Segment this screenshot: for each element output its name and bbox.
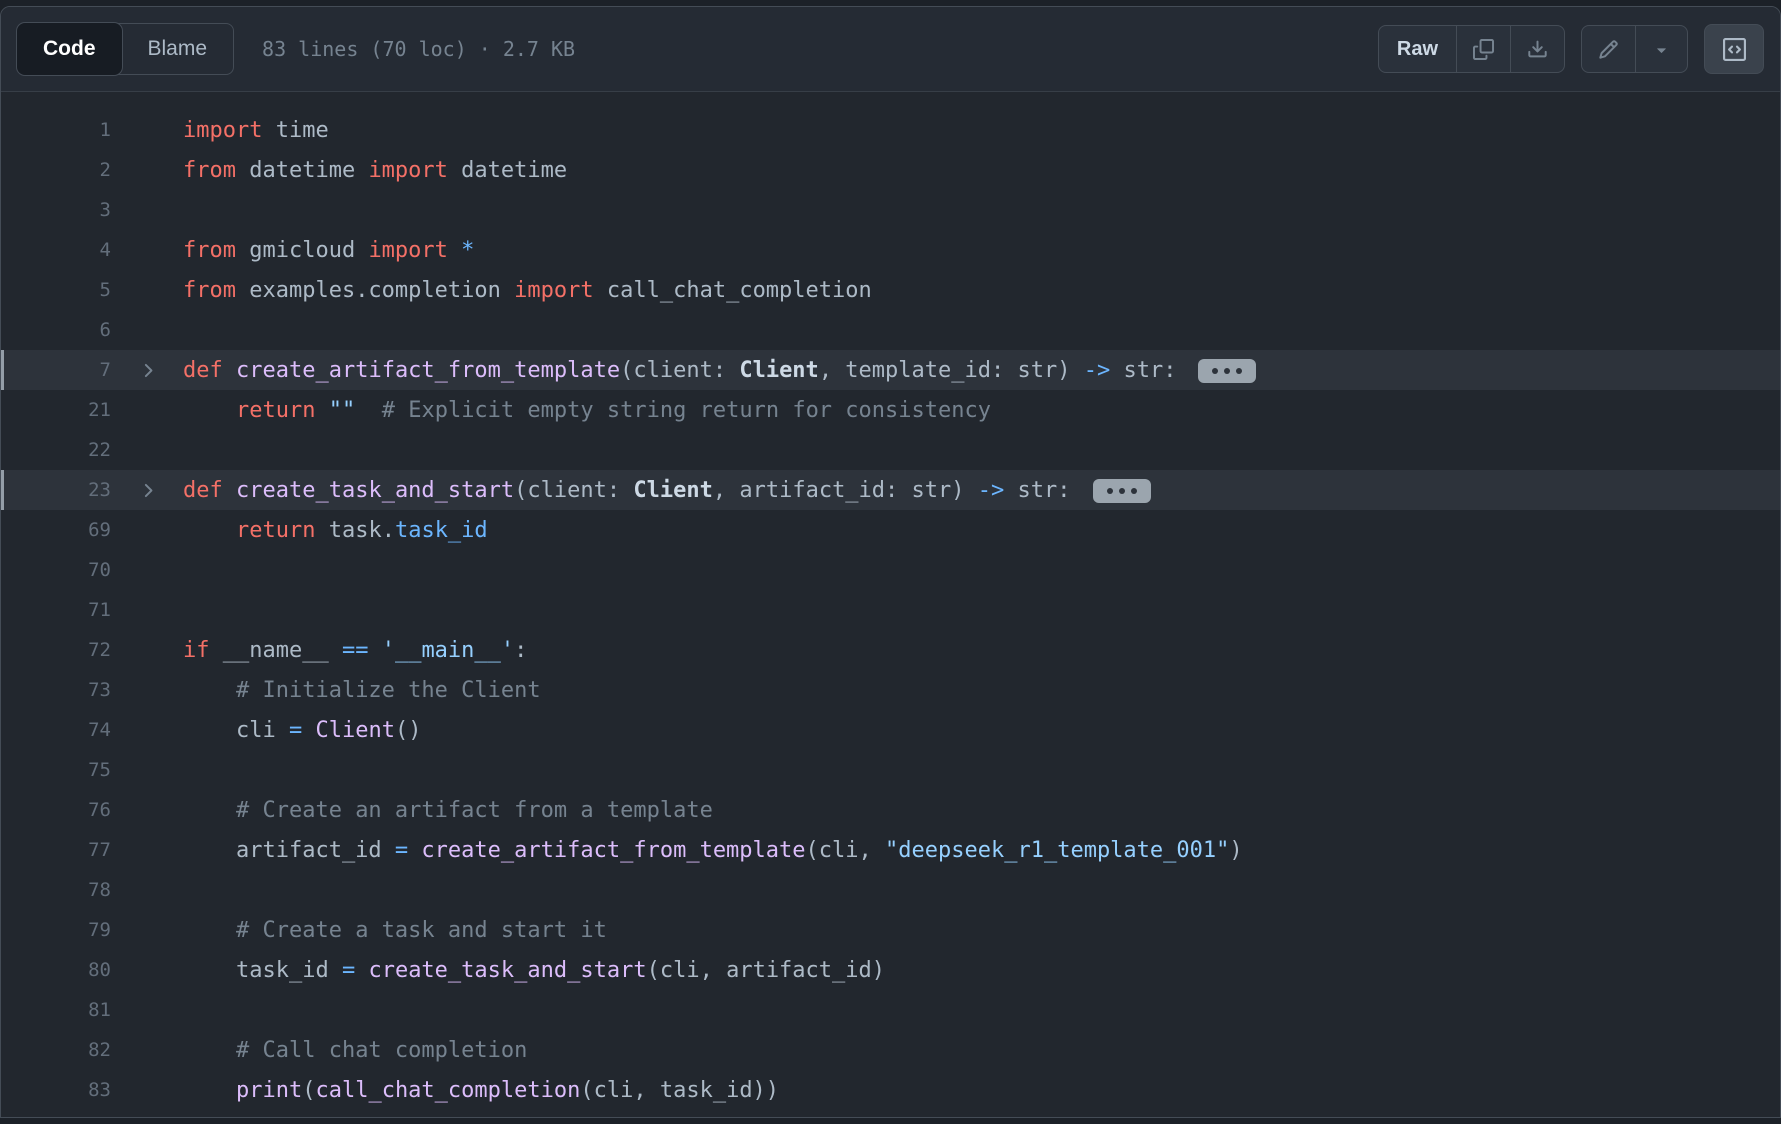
- symbols-panel-button[interactable]: [1704, 24, 1764, 74]
- file-header: Code Blame 83 lines (70 loc) · 2.7 KB Ra…: [1, 7, 1780, 92]
- code-line: 78: [1, 870, 1780, 910]
- code-line: 2 from datetime import datetime: [1, 150, 1780, 190]
- edit-dropdown-button[interactable]: [1635, 26, 1687, 72]
- download-icon: [1527, 39, 1548, 60]
- raw-button[interactable]: Raw: [1379, 26, 1456, 72]
- line-number[interactable]: 71: [1, 599, 111, 621]
- code-text: if __name__ == '__main__':: [183, 638, 527, 663]
- tab-code[interactable]: Code: [17, 23, 122, 75]
- line-number[interactable]: 3: [1, 199, 111, 221]
- code-text: # Initialize the Client: [183, 678, 541, 703]
- code-line: 83 print(call_chat_completion(cli, task_…: [1, 1070, 1780, 1110]
- line-number[interactable]: 73: [1, 679, 111, 701]
- line-number[interactable]: 1: [1, 119, 111, 141]
- file-meta-info: 83 lines (70 loc) · 2.7 KB: [262, 37, 575, 61]
- code-line: 81: [1, 990, 1780, 1030]
- code-symbols-icon: [1723, 38, 1746, 61]
- header-actions: Raw: [1378, 24, 1764, 74]
- code-line: 7 def create_artifact_from_template(clien…: [1, 350, 1780, 390]
- line-number[interactable]: 22: [1, 439, 111, 461]
- code-text: # Create an artifact from a template: [183, 798, 713, 823]
- line-number[interactable]: 4: [1, 239, 111, 261]
- line-number[interactable]: 78: [1, 879, 111, 901]
- expand-collapsed-code-button[interactable]: [1093, 479, 1151, 503]
- code-text: from gmicloud import *: [183, 238, 474, 263]
- code-line: 22: [1, 430, 1780, 470]
- line-number[interactable]: 80: [1, 959, 111, 981]
- code-text: artifact_id = create_artifact_from_templ…: [183, 838, 1243, 863]
- code-text: # Create a task and start it: [183, 918, 607, 943]
- pencil-icon: [1598, 39, 1619, 60]
- code-line: 82 # Call chat completion: [1, 1030, 1780, 1070]
- line-number[interactable]: 70: [1, 559, 111, 581]
- edit-button[interactable]: [1582, 26, 1635, 72]
- code-line: 70: [1, 550, 1780, 590]
- code-line: 4 from gmicloud import *: [1, 230, 1780, 270]
- code-line: 80 task_id = create_task_and_start(cli, …: [1, 950, 1780, 990]
- code-line: 21 return "" # Explicit empty string ret…: [1, 390, 1780, 430]
- code-text: def create_artifact_from_template(client…: [183, 358, 1256, 383]
- code-line: 76 # Create an artifact from a template: [1, 790, 1780, 830]
- edit-group: [1581, 25, 1688, 73]
- line-number[interactable]: 69: [1, 519, 111, 541]
- line-number[interactable]: 5: [1, 279, 111, 301]
- code-line: 79 # Create a task and start it: [1, 910, 1780, 950]
- file-view-container: Code Blame 83 lines (70 loc) · 2.7 KB Ra…: [0, 6, 1781, 1118]
- tab-blame[interactable]: Blame: [122, 24, 234, 74]
- code-line: 77 artifact_id = create_artifact_from_te…: [1, 830, 1780, 870]
- raw-copy-download-group: Raw: [1378, 25, 1565, 73]
- line-number[interactable]: 6: [1, 319, 111, 341]
- code-lines: 1 import time 2 from datetime import dateti…: [1, 110, 1780, 1110]
- code-text: import time: [183, 118, 329, 143]
- code-text: from datetime import datetime: [183, 158, 567, 183]
- line-number[interactable]: 21: [1, 399, 111, 421]
- code-text: return "" # Explicit empty string return…: [183, 398, 991, 423]
- line-number[interactable]: 72: [1, 639, 111, 661]
- line-number[interactable]: 82: [1, 1039, 111, 1061]
- code-line: 69 return task.task_id: [1, 510, 1780, 550]
- code-text: from examples.completion import call_cha…: [183, 278, 872, 303]
- line-number[interactable]: 77: [1, 839, 111, 861]
- code-text: print(call_chat_completion(cli, task_id)…: [183, 1078, 779, 1103]
- line-number[interactable]: 2: [1, 159, 111, 181]
- code-line: 72 if __name__ == '__main__':: [1, 630, 1780, 670]
- copy-icon: [1473, 39, 1494, 60]
- line-number[interactable]: 7: [1, 359, 111, 381]
- line-number[interactable]: 83: [1, 1079, 111, 1101]
- copy-button[interactable]: [1456, 26, 1510, 72]
- line-number[interactable]: 81: [1, 999, 111, 1021]
- triangle-down-icon: [1652, 40, 1671, 59]
- code-area: 1 import time 2 from datetime import dateti…: [1, 92, 1780, 1110]
- code-line: 5 from examples.completion import call_ch…: [1, 270, 1780, 310]
- fold-chevron-icon[interactable]: [111, 480, 183, 501]
- line-number[interactable]: 23: [1, 479, 111, 501]
- download-button[interactable]: [1510, 26, 1564, 72]
- code-blame-switcher: Code Blame: [17, 23, 234, 75]
- line-number[interactable]: 74: [1, 719, 111, 741]
- fold-chevron-icon[interactable]: [111, 360, 183, 381]
- code-line: 75: [1, 750, 1780, 790]
- code-line: 3: [1, 190, 1780, 230]
- code-text: task_id = create_task_and_start(cli, art…: [183, 958, 885, 983]
- code-line: 1 import time: [1, 110, 1780, 150]
- code-line: 6: [1, 310, 1780, 350]
- line-number[interactable]: 79: [1, 919, 111, 941]
- code-text: cli = Client(): [183, 718, 421, 743]
- code-text: def create_task_and_start(client: Client…: [183, 478, 1151, 503]
- code-text: # Call chat completion: [183, 1038, 527, 1063]
- expand-collapsed-code-button[interactable]: [1198, 359, 1256, 383]
- line-number[interactable]: 75: [1, 759, 111, 781]
- code-text: return task.task_id: [183, 518, 488, 543]
- line-number[interactable]: 76: [1, 799, 111, 821]
- code-line: 71: [1, 590, 1780, 630]
- code-line: 23 def create_task_and_start(client: Clie…: [1, 470, 1780, 510]
- code-line: 73 # Initialize the Client: [1, 670, 1780, 710]
- code-line: 74 cli = Client(): [1, 710, 1780, 750]
